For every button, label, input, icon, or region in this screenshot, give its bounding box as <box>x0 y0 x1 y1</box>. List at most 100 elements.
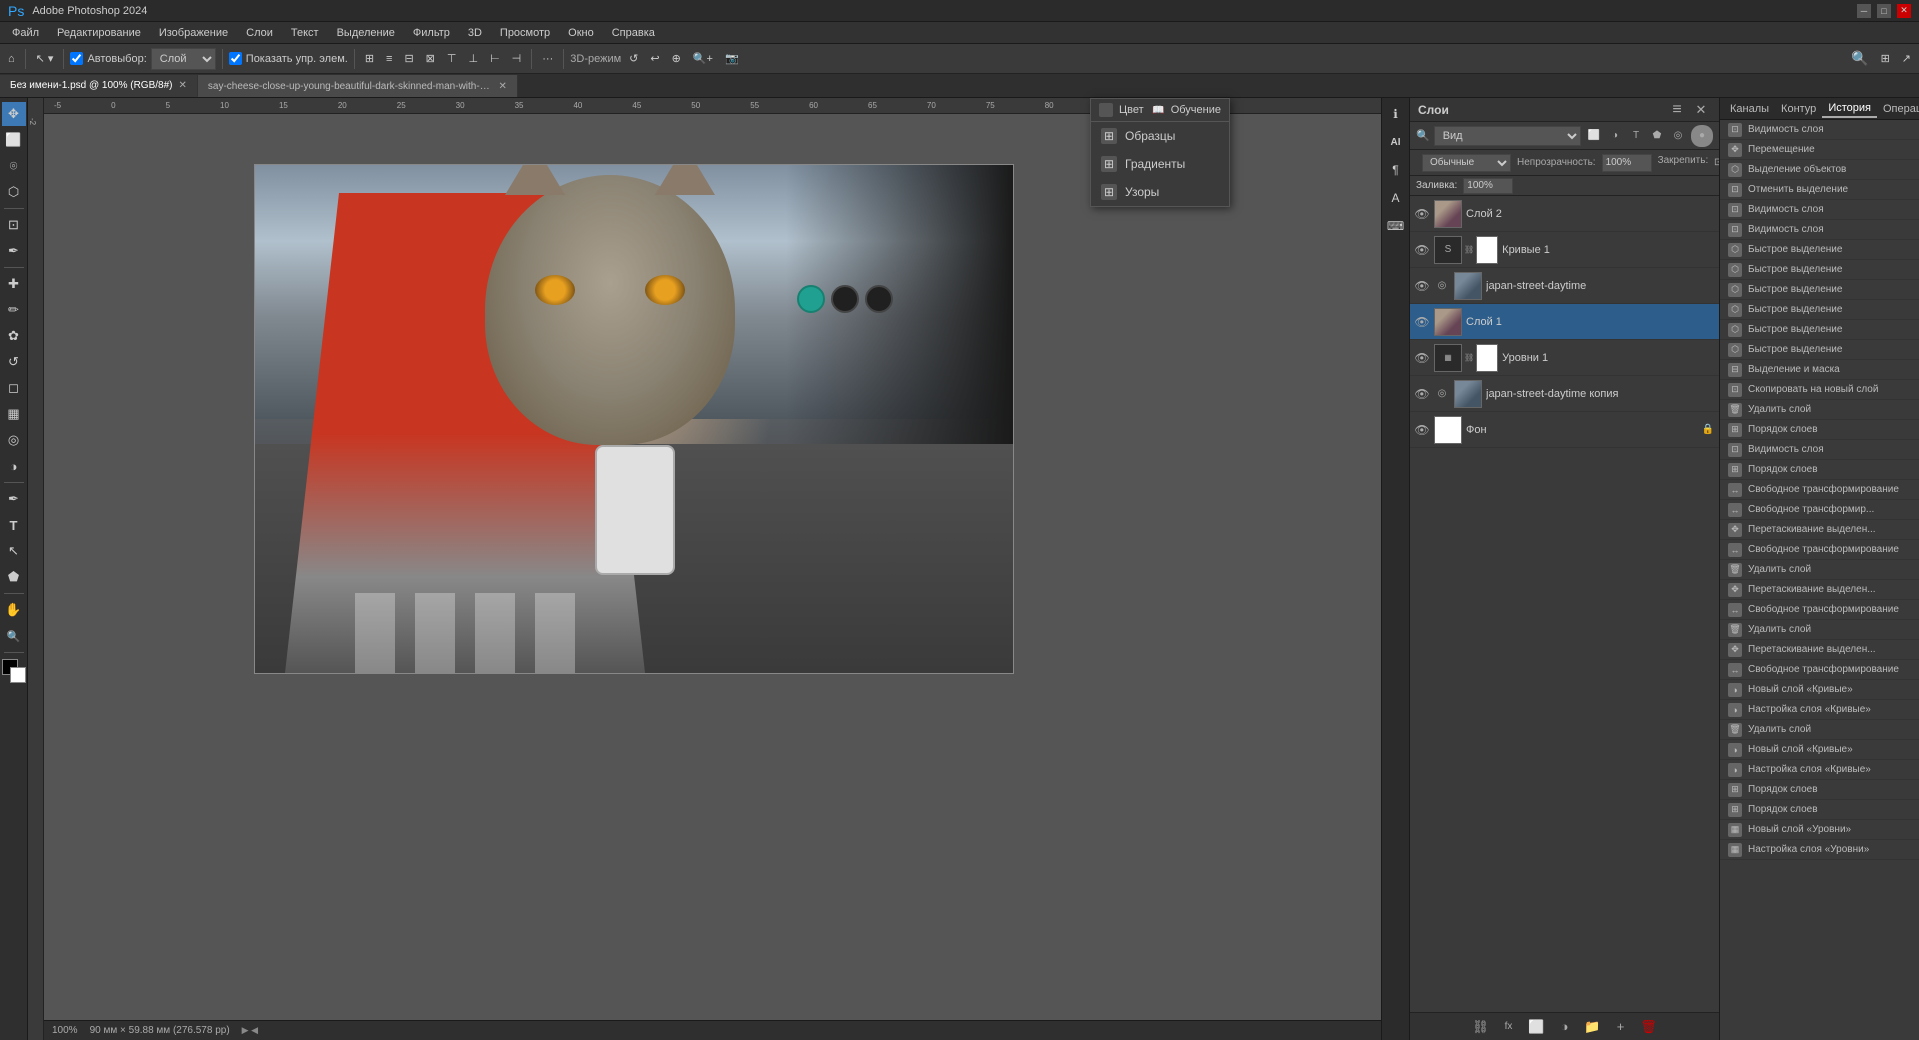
history-item-19[interactable]: ↔ Свободное трансформирование <box>1720 480 1919 500</box>
menu-image[interactable]: Изображение <box>151 25 236 41</box>
history-item-9[interactable]: ⬡ Быстрое выделение <box>1720 280 1919 300</box>
history-item-31[interactable]: 🗑 Удалить слой <box>1720 720 1919 740</box>
close-button[interactable]: ✕ <box>1897 4 1911 18</box>
history-item-29[interactable]: ◑ Новый слой «Кривые» <box>1720 680 1919 700</box>
filter-shape-btn[interactable]: ⬟ <box>1648 127 1666 145</box>
align-left-btn[interactable]: ⊞ <box>361 47 378 71</box>
ai-ai-btn[interactable]: AI <box>1384 130 1408 154</box>
history-item-13[interactable]: ⊟ Выделение и маска <box>1720 360 1919 380</box>
paths-tab[interactable]: Контур <box>1775 101 1822 117</box>
history-item-23[interactable]: 🗑 Удалить слой <box>1720 560 1919 580</box>
ai-info-btn[interactable]: ℹ <box>1384 102 1408 126</box>
align-middle-btn[interactable]: ⊥ <box>464 47 482 71</box>
gradients-item[interactable]: ⊞ Градиенты <box>1091 150 1229 178</box>
layers-options-btn[interactable]: ≡ <box>1667 100 1687 120</box>
lasso-tool[interactable]: ⌾ <box>2 154 26 178</box>
history-item-21[interactable]: ✥ Перетаскивание выделен... <box>1720 520 1919 540</box>
heal-tool[interactable]: ✚ <box>2 272 26 296</box>
menu-text[interactable]: Текст <box>283 25 327 41</box>
layer-eye-levels1[interactable]: 👁 <box>1414 350 1430 366</box>
menu-3d[interactable]: 3D <box>460 25 490 41</box>
filter-adjustment-btn[interactable]: ◑ <box>1606 127 1624 145</box>
channels-tab[interactable]: Каналы <box>1724 101 1775 117</box>
align-center-btn[interactable]: ≡ <box>382 47 396 71</box>
menu-file[interactable]: Файл <box>4 25 47 41</box>
minimize-button[interactable]: ─ <box>1857 4 1871 18</box>
add-group-btn[interactable]: 📁 <box>1583 1017 1603 1037</box>
layer-eye-2[interactable]: 👁 <box>1414 206 1430 222</box>
tab-jpg[interactable]: say-cheese-close-up-young-beautiful-dark… <box>198 75 518 97</box>
layer-item-bg[interactable]: 👁 Фон 🔒 <box>1410 412 1719 448</box>
pen-tool[interactable]: ✒ <box>2 487 26 511</box>
link-layers-btn[interactable]: ⛓ <box>1471 1017 1491 1037</box>
share-btn[interactable]: ↗ <box>1898 47 1915 71</box>
eraser-tool[interactable]: ◻ <box>2 376 26 400</box>
history-item-2[interactable]: ✥ Перемещение <box>1720 140 1919 160</box>
history-item-20[interactable]: ↔ Свободное трансформир... <box>1720 500 1919 520</box>
fill-input[interactable] <box>1463 178 1513 194</box>
history-item-1[interactable]: ⊡ Видимость слоя <box>1720 120 1919 140</box>
gradient-tool[interactable]: ▦ <box>2 402 26 426</box>
eyedropper-tool[interactable]: ✒ <box>2 239 26 263</box>
opacity-input[interactable] <box>1602 154 1652 172</box>
camera-btn[interactable]: 📷 <box>721 47 743 71</box>
show-transform-checkbox[interactable] <box>229 52 242 65</box>
color-swatch[interactable] <box>2 659 26 683</box>
filter-type-btn[interactable]: T <box>1627 127 1645 145</box>
layer-eye-japan1[interactable]: 👁 <box>1414 278 1430 294</box>
layer-item-curves1[interactable]: 👁 S ⛓ Кривые 1 <box>1410 232 1719 268</box>
type-tool[interactable]: T <box>2 513 26 537</box>
history-item-33[interactable]: ◑ Настройка слоя «Кривые» <box>1720 760 1919 780</box>
maximize-button[interactable]: □ <box>1877 4 1891 18</box>
dodge-tool[interactable]: ◑ <box>2 454 26 478</box>
add-adjustment-btn[interactable]: ◑ <box>1555 1017 1575 1037</box>
history-item-16[interactable]: ⊞ Порядок слоев <box>1720 420 1919 440</box>
history-item-5[interactable]: ⊡ Видимость слоя <box>1720 200 1919 220</box>
history-item-36[interactable]: ▦ Новый слой «Уровни» <box>1720 820 1919 840</box>
ai-keyboard-btn[interactable]: ⌨ <box>1384 214 1408 238</box>
history-item-7[interactable]: ⬡ Быстрое выделение <box>1720 240 1919 260</box>
menu-window[interactable]: Окно <box>560 25 602 41</box>
history-item-6[interactable]: ⊡ Видимость слоя <box>1720 220 1919 240</box>
history-item-34[interactable]: ⊞ Порядок слоев <box>1720 780 1919 800</box>
patterns-item[interactable]: ⊞ Узоры <box>1091 178 1229 206</box>
path-select-tool[interactable]: ↖ <box>2 539 26 563</box>
bg-color[interactable] <box>10 667 26 683</box>
blur-tool[interactable]: ◎ <box>2 428 26 452</box>
tool-options-btn[interactable]: ↖ ▾ <box>32 47 58 71</box>
layer-item-japan1[interactable]: 👁 ◎ japan-street-daytime <box>1410 268 1719 304</box>
delete-layer-btn[interactable]: 🗑 <box>1639 1017 1659 1037</box>
history-item-26[interactable]: 🗑 Удалить слой <box>1720 620 1919 640</box>
align-bottom-btn[interactable]: ⊢ <box>486 47 504 71</box>
history-item-3[interactable]: ⬡ Выделение объектов <box>1720 160 1919 180</box>
add-mask-btn[interactable]: ⬜ <box>1527 1017 1547 1037</box>
distribute-btn[interactable]: ⊠ <box>422 47 439 71</box>
history-item-11[interactable]: ⬡ Быстрое выделение <box>1720 320 1919 340</box>
align-right-btn[interactable]: ⊟ <box>400 47 417 71</box>
history-item-35[interactable]: ⊞ Порядок слоев <box>1720 800 1919 820</box>
blend-mode-select[interactable]: Обычные Растворение Умножение <box>1422 154 1511 172</box>
layer-eye-1[interactable]: 👁 <box>1414 314 1430 330</box>
actions-tab[interactable]: Операц <box>1877 101 1919 117</box>
autoselect-checkbox[interactable] <box>70 52 83 65</box>
filter-pixel-btn[interactable]: ⬜ <box>1585 127 1603 145</box>
history-item-15[interactable]: 🗑 Удалить слой <box>1720 400 1919 420</box>
menu-layers[interactable]: Слои <box>238 25 281 41</box>
history-item-25[interactable]: ↔ Свободное трансформирование <box>1720 600 1919 620</box>
tab-psd-close[interactable]: ✕ <box>179 80 187 91</box>
history-item-18[interactable]: ⊞ Порядок слоев <box>1720 460 1919 480</box>
menu-help[interactable]: Справка <box>604 25 663 41</box>
brush-tool[interactable]: ✏ <box>2 298 26 322</box>
layer-item-2[interactable]: 👁 Слой 2 <box>1410 196 1719 232</box>
hand-tool[interactable]: ✋ <box>2 598 26 622</box>
history-item-37[interactable]: ▦ Настройка слоя «Уровни» <box>1720 840 1919 860</box>
distribute-v-btn[interactable]: ⊣ <box>508 47 526 71</box>
select-rect-tool[interactable]: ⬜ <box>2 128 26 152</box>
redo-btn[interactable]: ⊕ <box>668 47 685 71</box>
ai-para-btn[interactable]: ¶ <box>1384 158 1408 182</box>
layer-item-levels1[interactable]: 👁 ▦ ⛓ Уровни 1 <box>1410 340 1719 376</box>
layer-eye-bg[interactable]: 👁 <box>1414 422 1430 438</box>
canvas-content[interactable] <box>44 114 1381 1020</box>
history-item-10[interactable]: ⬡ Быстрое выделение <box>1720 300 1919 320</box>
filter-type-select[interactable]: Вид Тип Имя <box>1434 126 1581 146</box>
